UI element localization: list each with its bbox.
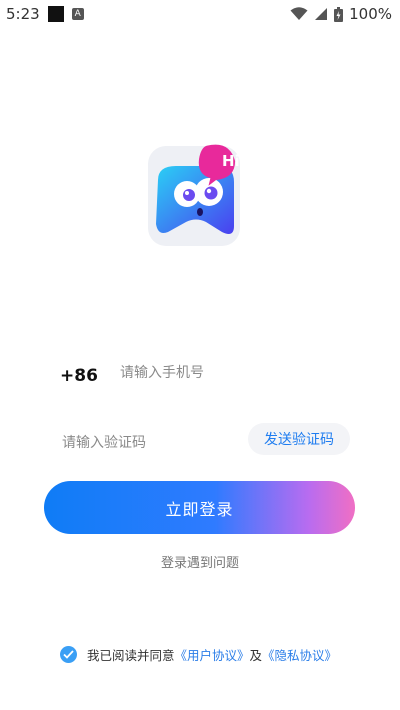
login-trouble-link[interactable]: 登录遇到问题	[0, 552, 400, 571]
status-bar: 5:23 A 100%	[0, 0, 400, 28]
cellular-signal-icon	[315, 8, 328, 20]
battery-percent: 100%	[349, 5, 392, 23]
phone-row: +86	[60, 356, 350, 390]
svg-text:Hi: Hi	[222, 152, 240, 170]
agreement-row: 我已阅读并同意 《用户协议》 及 《隐私协议》	[60, 643, 360, 665]
battery-icon	[334, 6, 344, 22]
check-icon	[63, 649, 74, 659]
country-code[interactable]: +86	[60, 366, 118, 386]
privacy-policy-link[interactable]: 《隐私协议》	[262, 645, 337, 664]
notification-a-icon: A	[71, 8, 84, 20]
agreement-conjunction: 及	[249, 647, 263, 663]
notification-square-icon	[47, 6, 64, 22]
wifi-icon	[290, 7, 308, 20]
status-right: 100%	[290, 5, 392, 23]
verification-code-input[interactable]	[60, 434, 224, 452]
phone-input[interactable]	[118, 364, 342, 382]
login-button[interactable]: 立即登录	[44, 481, 355, 534]
app-logo: Hi	[148, 144, 240, 246]
send-code-button[interactable]: 发送验证码	[248, 423, 350, 455]
agreement-prefix: 我已阅读并同意	[87, 647, 175, 663]
code-row: 发送验证码	[60, 422, 350, 456]
status-time: 5:23	[6, 5, 40, 23]
agreement-checkbox[interactable]	[60, 645, 77, 663]
status-left: 5:23 A	[6, 5, 84, 23]
user-agreement-link[interactable]: 《用户协议》	[175, 645, 250, 664]
